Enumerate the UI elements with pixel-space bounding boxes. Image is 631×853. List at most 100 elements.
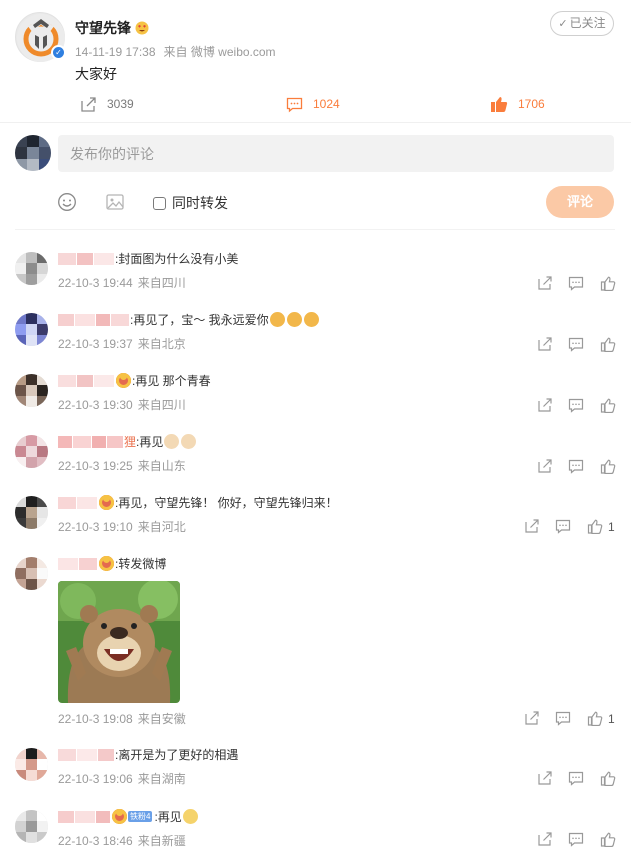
avatar-pixel — [37, 496, 48, 507]
commenter-name-blurred[interactable] — [58, 435, 72, 448]
commenter-name-blurred[interactable] — [77, 496, 97, 509]
commenter-name-blurred[interactable] — [98, 748, 114, 761]
commenter-name-blurred[interactable] — [107, 435, 123, 448]
avatar-pixel — [37, 568, 48, 579]
commenter-name-blurred[interactable] — [77, 748, 97, 761]
comment-icon[interactable] — [568, 458, 584, 474]
checkbox[interactable] — [153, 196, 166, 210]
avatar-pixel — [15, 518, 26, 529]
repost-icon[interactable] — [537, 770, 553, 786]
avatar-pixel — [37, 446, 48, 457]
commenter-name-blurred[interactable] — [77, 252, 93, 265]
avatar-pixel — [37, 396, 48, 407]
comment-actions — [537, 831, 631, 849]
commenter-name-blurred[interactable] — [111, 313, 129, 326]
thumbs-up-icon[interactable] — [587, 710, 603, 726]
emoji-icon[interactable] — [57, 192, 77, 212]
repost-icon[interactable] — [524, 518, 540, 534]
comment-text-line: :封面图为什么没有小美 — [58, 250, 238, 267]
divider — [0, 122, 631, 123]
post-date[interactable]: 14-11-19 17:38 — [75, 45, 156, 59]
avatar-pixel — [37, 832, 48, 843]
my-avatar[interactable] — [15, 135, 51, 171]
thumbs-up-icon[interactable] — [600, 770, 616, 786]
post-author-name[interactable]: 守望先锋 — [75, 18, 149, 38]
also-repost-checkbox[interactable]: 同时转发 — [153, 193, 228, 213]
comment-icon[interactable] — [568, 770, 584, 786]
image-icon[interactable] — [105, 192, 125, 212]
commenter-name-blurred[interactable] — [73, 435, 91, 448]
comment-image-bear[interactable] — [58, 581, 180, 703]
comment-input[interactable] — [58, 135, 614, 172]
commenter-name-blurred[interactable] — [58, 748, 76, 761]
comment-text: :转发微博 — [115, 557, 167, 571]
thumbs-up-icon[interactable] — [600, 458, 616, 474]
comment-location: 来自新疆 — [137, 834, 186, 848]
thumbs-up-icon[interactable] — [587, 518, 603, 534]
avatar-pixel — [26, 335, 37, 346]
commenter-avatar[interactable] — [15, 810, 48, 843]
comment-button[interactable]: 1024 — [286, 92, 340, 116]
commenter-name-blurred[interactable] — [58, 557, 78, 570]
repost-icon[interactable] — [524, 710, 540, 726]
comment-icon[interactable] — [555, 710, 571, 726]
commenter-name-blurred[interactable] — [77, 374, 93, 387]
post-text: 大家好 — [75, 66, 117, 82]
thumbs-up-icon[interactable] — [600, 275, 616, 291]
avatar-pixel — [15, 810, 26, 821]
commenter-name-blurred[interactable] — [79, 557, 97, 570]
commenter-avatar[interactable] — [15, 435, 48, 468]
avatar-pixel — [26, 313, 37, 324]
commenter-name-blurred[interactable] — [96, 810, 110, 823]
commenter-name-blurred[interactable] — [58, 252, 76, 265]
avatar-pixel — [15, 748, 26, 759]
repost-icon[interactable] — [537, 831, 553, 847]
avatar-pixel — [15, 557, 26, 568]
avatar-pixel — [26, 507, 37, 518]
commenter-avatar[interactable] — [15, 557, 48, 590]
comment-icon[interactable] — [568, 397, 584, 413]
comment-time: 22-10-3 19:10 — [58, 520, 133, 534]
repost-icon[interactable] — [537, 458, 553, 474]
commenter-avatar[interactable] — [15, 496, 48, 529]
thumbs-up-icon[interactable] — [600, 397, 616, 413]
fan-badge: 铁粉4 — [128, 811, 153, 822]
commenter-name-blurred[interactable] — [94, 252, 114, 265]
commenter-name-blurred[interactable] — [96, 313, 110, 326]
commenter-name-blurred[interactable] — [92, 435, 106, 448]
like-button[interactable]: 1706 — [490, 92, 545, 116]
commenter-name-blurred[interactable] — [75, 810, 95, 823]
commenter-avatar[interactable] — [15, 313, 48, 346]
thumbs-up-icon[interactable] — [600, 336, 616, 352]
comment-icon[interactable] — [568, 336, 584, 352]
avatar-pixel — [15, 324, 26, 335]
repost-icon[interactable] — [537, 397, 553, 413]
commenter-name-blurred[interactable] — [58, 313, 74, 326]
repost-icon[interactable] — [537, 336, 553, 352]
avatar-pixel — [15, 496, 26, 507]
comment-icon[interactable] — [568, 275, 584, 291]
commenter-name-suffix[interactable]: 狸 — [124, 433, 136, 450]
follow-button[interactable]: ✓ 已关注 — [550, 11, 614, 36]
submit-comment-button[interactable]: 评论 — [546, 186, 614, 218]
commenter-name-blurred[interactable] — [58, 374, 76, 387]
commenter-name-blurred[interactable] — [94, 374, 114, 387]
comment-icon[interactable] — [568, 831, 584, 847]
commenter-avatar[interactable] — [15, 252, 48, 285]
comment-actions — [537, 336, 631, 354]
repost-icon — [81, 96, 96, 112]
repost-icon[interactable] — [537, 275, 553, 291]
commenter-avatar[interactable] — [15, 748, 48, 781]
avatar-pixel — [26, 274, 37, 285]
commenter-name-blurred[interactable] — [58, 810, 74, 823]
commenter-name-blurred[interactable] — [58, 496, 76, 509]
thumbs-up-icon[interactable] — [600, 831, 616, 847]
avatar-pixel — [26, 518, 37, 529]
commenter-name-blurred[interactable] — [75, 313, 95, 326]
repost-button[interactable]: 3039 — [80, 92, 134, 116]
comment-icon[interactable] — [555, 518, 571, 534]
commenter-avatar[interactable] — [15, 374, 48, 407]
avatar-pixel — [15, 770, 26, 781]
comment-time: 22-10-3 19:08 — [58, 712, 133, 726]
avatar-pixel — [37, 385, 48, 396]
